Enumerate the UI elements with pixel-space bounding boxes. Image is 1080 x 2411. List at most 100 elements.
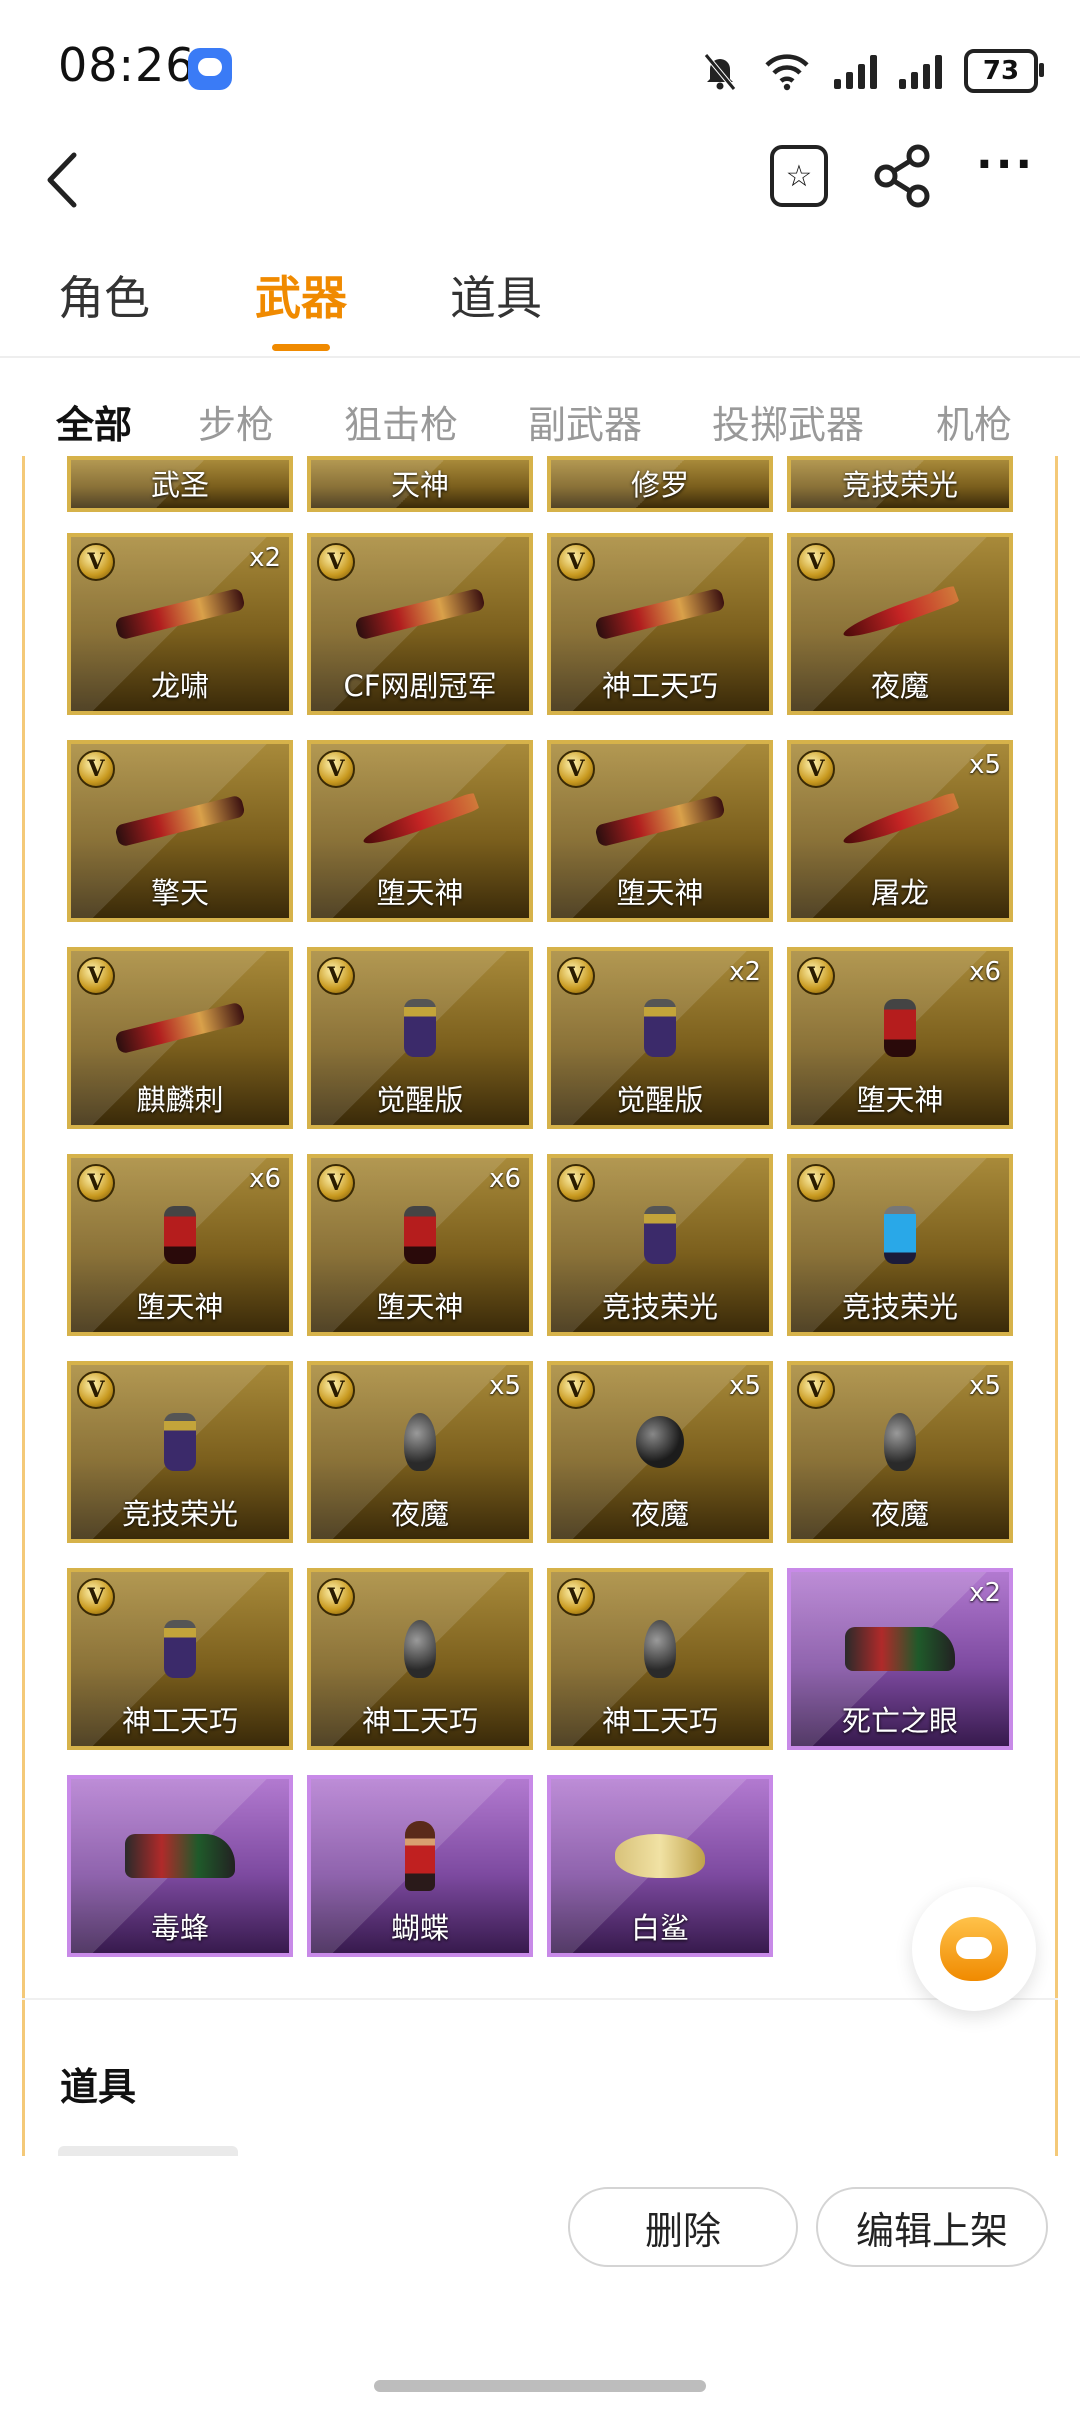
- weapon-label: 夜魔: [870, 1497, 929, 1531]
- back-button[interactable]: [40, 145, 110, 215]
- weapon-tile[interactable]: V 堕天神: [307, 740, 533, 922]
- weapon-tile[interactable]: V 觉醒版: [307, 947, 533, 1129]
- weapon-tile[interactable]: V 神工天巧: [547, 1568, 773, 1750]
- weapon-tile[interactable]: Vx5 夜魔: [787, 1361, 1013, 1543]
- home-indicator[interactable]: [374, 2380, 706, 2392]
- weapon-tile[interactable]: V 擎天: [67, 740, 293, 922]
- weapon-tile[interactable]: V 麒麟刺: [67, 947, 293, 1129]
- favorite-button[interactable]: ☆: [770, 145, 828, 207]
- weapon-image: [636, 1415, 684, 1468]
- weapon-label: 死亡之眼: [841, 1704, 958, 1738]
- weapon-tile[interactable]: 竞技荣光: [787, 456, 1013, 512]
- weapon-tile[interactable]: 天神: [307, 456, 533, 512]
- vip-badge-icon: V: [557, 1371, 595, 1409]
- delete-button[interactable]: 删除: [568, 2187, 798, 2267]
- star-icon: ☆: [785, 158, 813, 194]
- weapon-tile[interactable]: Vx5 夜魔: [547, 1361, 773, 1543]
- subtab-machine-gun[interactable]: 机枪: [936, 394, 1012, 449]
- share-button[interactable]: [870, 140, 936, 210]
- tab-role[interactable]: 角色: [58, 262, 150, 328]
- subtab-throwing[interactable]: 投掷武器: [712, 394, 864, 449]
- status-icons: 73: [700, 44, 1044, 98]
- weapon-image: [884, 1205, 916, 1264]
- weapon-label: 竞技荣光: [121, 1497, 238, 1531]
- weapon-label: 龙啸: [150, 669, 209, 703]
- vip-badge-icon: V: [317, 750, 355, 788]
- vip-badge-icon: V: [557, 1578, 595, 1616]
- weapon-tile[interactable]: Vx6 堕天神: [787, 947, 1013, 1129]
- weapon-tile[interactable]: V 竞技荣光: [547, 1154, 773, 1336]
- weapon-tile[interactable]: Vx5 屠龙: [787, 740, 1013, 922]
- weapon-label: 夜魔: [870, 669, 929, 703]
- vip-badge-icon: V: [317, 543, 355, 581]
- weapon-tile[interactable]: Vx2 龙啸: [67, 533, 293, 715]
- weapon-tile[interactable]: V 竞技荣光: [67, 1361, 293, 1543]
- tab-item[interactable]: 道具: [450, 262, 542, 328]
- weapon-tile[interactable]: Vx6 堕天神: [307, 1154, 533, 1336]
- weapon-tile[interactable]: V 堕天神: [547, 740, 773, 922]
- weapon-tile[interactable]: 毒蜂: [67, 1775, 293, 1957]
- vip-badge-icon: V: [77, 750, 115, 788]
- weapon-tile[interactable]: V 神工天巧: [67, 1568, 293, 1750]
- weapon-label: CF网剧冠军: [343, 669, 497, 703]
- vip-badge-icon: V: [797, 957, 835, 995]
- edit-list-button[interactable]: 编辑上架: [816, 2187, 1048, 2267]
- section-divider: [22, 1998, 1058, 2000]
- vip-badge-icon: V: [317, 1371, 355, 1409]
- weapon-label: 神工天巧: [361, 1704, 478, 1738]
- weapon-tile[interactable]: V 竞技荣光: [787, 1154, 1013, 1336]
- vip-badge-icon: V: [317, 1578, 355, 1616]
- vip-badge-icon: V: [557, 543, 595, 581]
- vip-badge-icon: V: [797, 750, 835, 788]
- battery-icon: 73: [964, 49, 1044, 93]
- quantity-badge: x5: [489, 1371, 521, 1401]
- weapon-tile[interactable]: 武圣: [67, 456, 293, 512]
- weapon-tile[interactable]: V 神工天巧: [307, 1568, 533, 1750]
- mute-bell-icon: [704, 53, 736, 91]
- weapon-tile[interactable]: 白鲨: [547, 1775, 773, 1957]
- subtab-sidearm[interactable]: 副武器: [528, 394, 642, 449]
- assistant-float-button[interactable]: [912, 1887, 1036, 2011]
- weapon-tile[interactable]: V CF网剧冠军: [307, 533, 533, 715]
- subtab-all[interactable]: 全部: [56, 394, 132, 449]
- quantity-badge: x5: [969, 750, 1001, 780]
- weapon-label: 堕天神: [136, 1290, 224, 1324]
- weapon-image: [594, 587, 726, 640]
- more-dots-icon: ···: [976, 139, 1036, 190]
- section-title-items: 道具: [60, 2065, 137, 2109]
- weapon-label: 毒蜂: [150, 1911, 209, 1945]
- quantity-badge: x6: [969, 957, 1001, 987]
- weapon-label: 堕天神: [376, 1290, 464, 1324]
- share-icon: [874, 144, 930, 208]
- subtab-sniper[interactable]: 狙击枪: [344, 394, 458, 449]
- weapon-label: 白鲨: [630, 1911, 689, 1945]
- tab-weapon[interactable]: 武器: [255, 262, 347, 328]
- vip-badge-icon: V: [77, 1164, 115, 1202]
- weapon-label: 竞技荣光: [841, 468, 958, 502]
- message-notification-icon: [188, 48, 232, 90]
- weapon-tile[interactable]: Vx5 夜魔: [307, 1361, 533, 1543]
- weapon-tile[interactable]: V 神工天巧: [547, 533, 773, 715]
- weapon-label: 蝴蝶: [390, 1911, 449, 1945]
- weapon-tile[interactable]: Vx2 觉醒版: [547, 947, 773, 1129]
- weapon-tile[interactable]: V 夜魔: [787, 533, 1013, 715]
- subtab-rifle[interactable]: 步枪: [198, 394, 274, 449]
- quantity-badge: x6: [249, 1164, 281, 1194]
- weapon-tile[interactable]: 修罗: [547, 456, 773, 512]
- weapon-image: [845, 1626, 955, 1671]
- status-time: 08:26: [58, 38, 196, 92]
- weapon-image: [404, 1205, 436, 1264]
- weapon-tile[interactable]: x2 死亡之眼: [787, 1568, 1013, 1750]
- weapon-label: 竞技荣光: [841, 1290, 958, 1324]
- weapon-tile[interactable]: 蝴蝶: [307, 1775, 533, 1957]
- vip-badge-icon: V: [797, 543, 835, 581]
- weapon-label: 堕天神: [856, 1083, 944, 1117]
- weapon-tile[interactable]: Vx6 堕天神: [67, 1154, 293, 1336]
- weapon-image: [125, 1833, 235, 1878]
- more-options-button[interactable]: ···: [976, 143, 1036, 200]
- vip-badge-icon: V: [77, 1371, 115, 1409]
- quantity-badge: x2: [249, 543, 281, 573]
- weapon-label: 神工天巧: [121, 1704, 238, 1738]
- weapon-image: [164, 1205, 196, 1264]
- vip-badge-icon: V: [557, 957, 595, 995]
